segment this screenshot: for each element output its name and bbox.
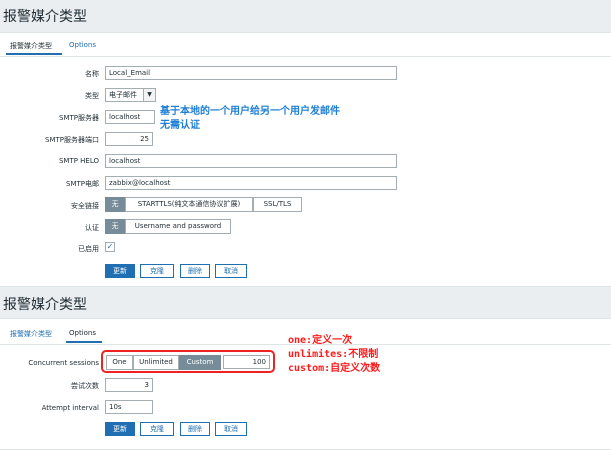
delete-button[interactable]: 删除 xyxy=(180,422,210,436)
clone-button[interactable]: 克隆 xyxy=(140,422,174,436)
annotation-line-2: unlimites:不限制 xyxy=(288,349,379,360)
clone-button[interactable]: 克隆 xyxy=(140,264,174,278)
security-none-option[interactable]: 无 xyxy=(105,197,125,212)
update-button[interactable]: 更新 xyxy=(105,264,135,278)
security-ssl-option[interactable]: SSL/TLS xyxy=(253,197,302,212)
delete-button[interactable]: 删除 xyxy=(180,264,210,278)
tab-media-type[interactable]: 报警媒介类型 xyxy=(10,41,52,51)
concurrent-sessions-label: Concurrent sessions xyxy=(28,359,99,367)
attempt-interval-label: Attempt interval xyxy=(41,404,99,412)
tab-options[interactable]: Options xyxy=(69,329,96,337)
smtp-port-field[interactable]: 25 xyxy=(105,132,153,146)
check-icon: ✓ xyxy=(106,242,114,251)
security-label: 安全链接 xyxy=(71,202,99,210)
annotation-line-3: custom:自定义次数 xyxy=(288,363,381,374)
tab-media-type[interactable]: 报警媒介类型 xyxy=(10,329,52,339)
annotation-line-2: 无需认证 xyxy=(160,120,200,131)
smtp-email-field[interactable]: zabbix@localhost xyxy=(105,176,397,190)
enabled-label: 已启用 xyxy=(78,245,99,253)
security-starttls-option[interactable]: STARTTLS(纯文本通信协议扩展) xyxy=(125,197,253,212)
tab-options[interactable]: Options xyxy=(69,41,96,49)
attempts-label: 尝试次数 xyxy=(71,382,99,390)
cancel-button[interactable]: 取消 xyxy=(215,422,247,436)
smtp-helo-field[interactable]: localhost xyxy=(105,154,397,168)
concurrent-unlimited-option[interactable]: Unlimited xyxy=(133,355,179,370)
media-type-form-panel: 报警媒介类型 Options 名称 Local_Email 类型 电子邮件 ▼ … xyxy=(0,32,611,287)
smtp-helo-label: SMTP HELO xyxy=(58,157,99,165)
page-title-2: 报警媒介类型 xyxy=(3,297,87,313)
chevron-down-icon[interactable]: ▼ xyxy=(143,89,155,101)
name-field[interactable]: Local_Email xyxy=(105,66,397,80)
auth-none-option[interactable]: 无 xyxy=(105,219,125,234)
attempt-interval-field[interactable]: 10s xyxy=(105,400,153,414)
attempts-field[interactable]: 3 xyxy=(105,378,153,392)
annotation-line-1: 基于本地的一个用户给另一个用户发邮件 xyxy=(160,106,340,117)
type-select-value: 电子邮件 xyxy=(109,91,137,99)
smtp-server-label: SMTP服务器 xyxy=(59,114,99,122)
update-button[interactable]: 更新 xyxy=(105,422,135,436)
name-label: 名称 xyxy=(85,70,99,78)
active-tab-indicator xyxy=(66,341,102,343)
enabled-checkbox[interactable]: ✓ xyxy=(105,242,115,252)
concurrent-custom-option[interactable]: Custom xyxy=(179,355,221,370)
auth-username-password-option[interactable]: Username and password xyxy=(125,219,231,234)
annotation-line-1: one:定义一次 xyxy=(288,335,353,346)
smtp-server-field[interactable]: localhost xyxy=(105,110,155,124)
active-tab-indicator xyxy=(6,53,62,55)
tab-divider xyxy=(0,56,611,57)
type-select[interactable]: 电子邮件 ▼ xyxy=(105,88,156,102)
cancel-button[interactable]: 取消 xyxy=(215,264,247,278)
media-type-options-panel: 报警媒介类型 Options Concurrent sessions One U… xyxy=(0,318,611,450)
page-title: 报警媒介类型 xyxy=(3,9,87,25)
smtp-email-label: SMTP电邮 xyxy=(66,180,99,188)
auth-label: 认证 xyxy=(85,224,99,232)
type-label: 类型 xyxy=(85,92,99,100)
smtp-port-label: SMTP服务器端口 xyxy=(45,136,99,144)
concurrent-sessions-field[interactable]: 100 xyxy=(223,355,270,369)
concurrent-one-option[interactable]: One xyxy=(106,355,133,370)
